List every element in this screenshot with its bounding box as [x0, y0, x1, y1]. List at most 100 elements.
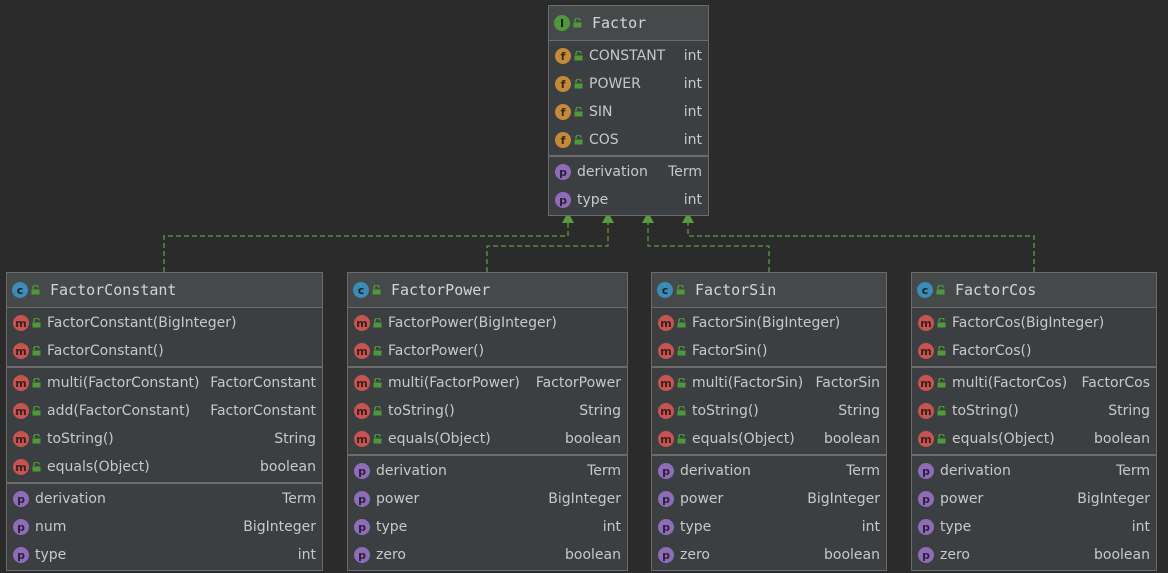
constructor-row[interactable]: m FactorCos(BigInteger)	[912, 309, 1156, 337]
interface-icon: I	[554, 15, 570, 31]
class-header: c FactorConstant	[7, 273, 322, 308]
lock-icon	[32, 434, 41, 444]
interface-fields-section: f CONSTANT int f POWER int f SIN int f COS int	[549, 41, 708, 157]
method-icon: m	[918, 431, 934, 447]
field-name: SIN	[589, 104, 613, 120]
method-row[interactable]: m multi(FactorSin) FactorSin	[652, 369, 886, 397]
method-type: boolean	[824, 431, 880, 447]
method-row[interactable]: m toString() String	[348, 397, 627, 425]
class-header: c FactorCos	[912, 273, 1156, 308]
method-type: FactorPower	[535, 375, 621, 391]
lock-icon	[32, 378, 41, 388]
lock-icon	[936, 285, 945, 295]
method-row[interactable]: m multi(FactorPower) FactorPower	[348, 369, 627, 397]
property-type: BigInteger	[807, 491, 880, 507]
property-icon: p	[354, 519, 370, 535]
constructor-row[interactable]: m FactorSin()	[652, 337, 886, 365]
property-row[interactable]: p derivation Term	[549, 158, 708, 186]
constructor-row[interactable]: m FactorPower()	[348, 337, 627, 365]
constructor-row[interactable]: m FactorPower(BigInteger)	[348, 309, 627, 337]
class-box-factorsin[interactable]: c FactorSin m FactorSin(BigInteger) m FactorS…	[651, 272, 887, 571]
lock-icon	[937, 378, 946, 388]
method-row[interactable]: m multi(FactorCos) FactorCos	[912, 369, 1156, 397]
method-type: FactorSin	[815, 375, 880, 391]
field-row[interactable]: f CONSTANT int	[549, 42, 708, 70]
method-icon: m	[13, 459, 29, 475]
constructor-row[interactable]: m FactorConstant()	[7, 337, 322, 365]
property-row[interactable]: p power BigInteger	[652, 485, 886, 513]
field-name: CONSTANT	[589, 48, 666, 64]
property-row[interactable]: p type int	[348, 513, 627, 541]
method-row[interactable]: m add(FactorConstant) FactorConstant	[7, 397, 322, 425]
property-name: zero	[376, 547, 406, 563]
property-icon: p	[658, 547, 674, 563]
lock-icon	[373, 346, 382, 356]
property-name: power	[940, 491, 984, 507]
method-type: FactorCos	[1081, 375, 1151, 391]
constructor-row[interactable]: m FactorConstant(BigInteger)	[7, 309, 322, 337]
class-name: FactorPower	[391, 281, 491, 299]
class-box-factorpower[interactable]: c FactorPower m FactorPower(BigInteger) m Fac…	[347, 272, 628, 571]
property-row[interactable]: p power BigInteger	[348, 485, 627, 513]
method-row[interactable]: m multi(FactorConstant) FactorConstant	[7, 369, 322, 397]
property-row[interactable]: p num BigInteger	[7, 513, 322, 541]
method-row[interactable]: m toString() String	[7, 425, 322, 453]
property-row[interactable]: p zero boolean	[652, 541, 886, 569]
property-icon: p	[658, 491, 674, 507]
class-name: FactorCos	[955, 281, 1037, 299]
method-type: FactorConstant	[210, 403, 316, 419]
lock-icon	[32, 406, 41, 416]
lock-icon	[373, 318, 382, 328]
class-constructors-section: m FactorSin(BigInteger) m FactorSin()	[652, 308, 886, 368]
property-name: type	[940, 519, 972, 535]
lock-icon	[574, 51, 583, 61]
method-row[interactable]: m toString() String	[652, 397, 886, 425]
property-name: zero	[940, 547, 970, 563]
method-name: toString()	[952, 403, 1019, 419]
property-name: type	[577, 192, 609, 208]
method-row[interactable]: m equals(Object) boolean	[7, 453, 322, 481]
constructor-row[interactable]: m FactorCos()	[912, 337, 1156, 365]
property-row[interactable]: p derivation Term	[7, 485, 322, 513]
method-name: equals(Object)	[692, 431, 795, 447]
lock-icon	[937, 406, 946, 416]
property-row[interactable]: p derivation Term	[348, 457, 627, 485]
property-row[interactable]: p type int	[912, 513, 1156, 541]
property-row[interactable]: p power BigInteger	[912, 485, 1156, 513]
property-type: int	[1131, 519, 1150, 535]
property-row[interactable]: p type int	[549, 186, 708, 214]
interface-properties-section: p derivation Term p type int	[549, 157, 708, 215]
method-name: toString()	[692, 403, 759, 419]
field-icon: f	[555, 76, 571, 92]
class-box-factorcos[interactable]: c FactorCos m FactorCos(BigInteger) m FactorC…	[911, 272, 1157, 571]
method-icon: m	[918, 375, 934, 391]
property-row[interactable]: p zero boolean	[912, 541, 1156, 569]
method-row[interactable]: m equals(Object) boolean	[348, 425, 627, 453]
lock-icon	[373, 434, 382, 444]
property-row[interactable]: p type int	[7, 541, 322, 569]
constructor-row[interactable]: m FactorSin(BigInteger)	[652, 309, 886, 337]
field-row[interactable]: f COS int	[549, 126, 708, 154]
method-type: boolean	[565, 431, 621, 447]
method-icon: m	[354, 431, 370, 447]
lock-icon	[677, 346, 686, 356]
class-box-factorconstant[interactable]: c FactorConstant m FactorConstant(BigIntege…	[6, 272, 323, 571]
property-row[interactable]: p derivation Term	[652, 457, 886, 485]
interface-box-factor[interactable]: I Factor f CONSTANT int f POWER int f SIN int f CO…	[548, 5, 709, 216]
property-row[interactable]: p zero boolean	[348, 541, 627, 569]
field-row[interactable]: f SIN int	[549, 98, 708, 126]
constructor-name: FactorSin()	[692, 343, 768, 359]
property-row[interactable]: p derivation Term	[912, 457, 1156, 485]
field-row[interactable]: f POWER int	[549, 70, 708, 98]
lock-icon	[574, 79, 583, 89]
field-type: int	[683, 132, 702, 148]
method-name: add(FactorConstant)	[47, 403, 191, 419]
class-name: FactorSin	[695, 281, 777, 299]
method-icon: m	[13, 375, 29, 391]
class-methods-section: m multi(FactorCos) FactorCos m toString() Str…	[912, 368, 1156, 456]
method-row[interactable]: m equals(Object) boolean	[912, 425, 1156, 453]
method-row[interactable]: m toString() String	[912, 397, 1156, 425]
constructor-name: FactorPower()	[388, 343, 485, 359]
property-row[interactable]: p type int	[652, 513, 886, 541]
method-row[interactable]: m equals(Object) boolean	[652, 425, 886, 453]
